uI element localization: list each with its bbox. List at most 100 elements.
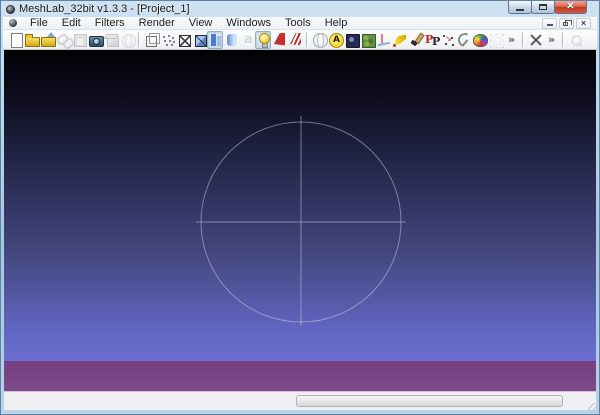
reference-frame-button [487,31,503,49]
points-button[interactable] [159,31,175,49]
export-mesh-icon [72,32,86,48]
bounding-box-icon [144,32,158,48]
minimize-button[interactable] [508,1,532,14]
progress-bar [296,395,563,407]
paintbrush-icon [408,32,422,48]
point-picking-icon [440,32,454,48]
mdi-minimize-button[interactable] [542,18,557,29]
reload-button [55,31,71,49]
show-axes-icon [376,32,390,48]
reference-frame-icon [488,32,502,48]
raster-globe-button [119,31,135,49]
overflow-chevron-icon [544,32,558,48]
menu-filters[interactable]: Filters [88,17,132,30]
toolbar-separator [306,32,308,47]
export-mesh-button [71,31,87,49]
ambient-occlusion-a-button[interactable] [327,31,343,49]
color-shell-button[interactable] [471,31,487,49]
trackball-button[interactable] [311,31,327,49]
trackball-icon [312,32,326,48]
raster-globe-icon [120,32,134,48]
horn-tool-icon [392,32,406,48]
search-button [567,31,583,49]
new-project-button[interactable] [7,31,23,49]
close-button[interactable]: ✕ [554,1,587,14]
hidden-lines-button[interactable] [191,31,207,49]
mdi-restore-button[interactable] [559,18,574,29]
layers-icon [104,32,118,48]
snapshot-button[interactable] [87,31,103,49]
minimize-icon [516,9,524,11]
window-title: MeshLab_32bit v1.3.3 - [Project_1] [19,3,190,15]
toolbar-separator [138,32,140,47]
maximize-button[interactable] [531,1,555,14]
mdi-close-icon: × [581,19,586,28]
wireframe-button[interactable] [175,31,191,49]
radar-align-button[interactable] [455,31,471,49]
smooth-shading-icon [224,32,238,48]
meshlab-logo-icon [6,5,15,14]
horn-tool-button[interactable] [391,31,407,49]
menu-file[interactable]: File [23,17,55,30]
bounding-box-button[interactable] [143,31,159,49]
flat-shading-button[interactable] [207,31,223,49]
menu-render[interactable]: Render [132,17,182,30]
mesh-info-band [4,361,596,392]
light-bulb-icon [256,32,270,48]
menu-tools[interactable]: Tools [278,17,318,30]
backface-culling-button[interactable] [271,31,287,49]
mdi-restore-icon [563,22,568,26]
menu-windows[interactable]: Windows [219,17,278,30]
green-texture-icon [360,32,374,48]
background-image-icon [344,32,358,48]
maximize-icon [539,4,547,10]
smooth-shading-button[interactable] [223,31,239,49]
green-texture-button[interactable] [359,31,375,49]
paintbrush-button[interactable] [407,31,423,49]
new-project-icon [8,32,22,48]
double-side-lighting-button[interactable] [287,31,303,49]
points-icon [160,32,174,48]
hidden-lines-icon [192,32,206,48]
gl-viewport[interactable] [4,50,596,392]
wireframe-icon [176,32,190,48]
overflow-chevron-icon [504,32,518,48]
overflow-chevron-button[interactable] [543,31,559,49]
menu-view[interactable]: View [182,17,220,30]
menubar: File Edit Filters Render View Windows To… [3,17,597,30]
menu-edit[interactable]: Edit [55,17,88,30]
toolbar-separator [522,32,524,47]
double-side-lighting-icon [288,32,302,48]
cross-tool-icon [528,32,542,48]
trackball-overlay [4,50,596,392]
mdi-minimize-icon [547,24,553,26]
pick-points-icon [424,32,438,48]
toolbar-separator [562,32,564,47]
mdi-close-button[interactable]: × [576,18,591,29]
backface-culling-icon [272,32,286,48]
project-window-icon [9,19,17,27]
window-controls: ✕ [509,1,587,14]
import-mesh-icon [40,32,54,48]
background-image-button[interactable] [343,31,359,49]
toolbar [3,30,597,50]
menu-help[interactable]: Help [318,17,355,30]
search-icon [568,32,582,48]
layers-button [103,31,119,49]
texture-button [239,31,255,49]
resize-grip[interactable] [588,403,598,413]
statusbar [4,392,596,410]
reload-icon [56,32,70,48]
cross-tool-button[interactable] [527,31,543,49]
snapshot-icon [88,32,102,48]
show-axes-button[interactable] [375,31,391,49]
point-picking-button[interactable] [439,31,455,49]
open-project-button[interactable] [23,31,39,49]
light-bulb-button[interactable] [255,31,271,49]
overflow-chevron-button[interactable] [503,31,519,49]
import-mesh-button[interactable] [39,31,55,49]
open-project-icon [24,32,38,48]
radar-align-icon [456,32,470,48]
pick-points-button[interactable] [423,31,439,49]
flat-shading-icon [208,32,222,48]
